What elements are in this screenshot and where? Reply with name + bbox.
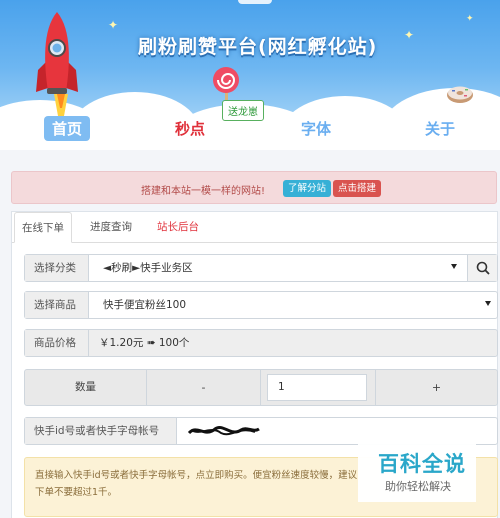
quantity-plus-button[interactable]: + bbox=[375, 370, 497, 405]
site-title: 刷粉刷赞平台(网红孵化站) bbox=[138, 36, 378, 58]
watermark-title: 百科全说 bbox=[378, 452, 466, 476]
nav-font[interactable]: 字体 bbox=[301, 118, 331, 139]
quantity-stepper: 数量 - 1 + bbox=[24, 369, 498, 406]
category-label: 选择分类 bbox=[25, 255, 89, 281]
price-value: ￥1.20元 ➠ 100个 bbox=[99, 337, 190, 349]
rocket-icon bbox=[36, 12, 78, 116]
donut-icon bbox=[447, 86, 473, 103]
learn-substation-button[interactable]: 了解分站 bbox=[283, 180, 332, 197]
quantity-input[interactable]: 1 bbox=[267, 374, 367, 401]
price-row: 商品价格 ￥1.20元 ➠ 100个 bbox=[24, 329, 498, 357]
search-button[interactable] bbox=[467, 255, 497, 281]
chevron-down-icon bbox=[485, 301, 491, 306]
product-label: 选择商品 bbox=[25, 292, 89, 318]
chevron-down-icon bbox=[451, 264, 457, 269]
star-icon: ✦ bbox=[404, 28, 415, 42]
order-panel: 在线下单 进度查询 站长后台 选择分类 ◄秒刷►快手业务区 选择商品 快手便宜粉… bbox=[11, 211, 498, 518]
category-select-row: 选择分类 ◄秒刷►快手业务区 bbox=[24, 254, 498, 282]
account-row: 快手id号或者快手字母帐号 bbox=[24, 417, 498, 445]
redacted-scribble bbox=[187, 426, 260, 436]
product-select-row: 选择商品 快手便宜粉丝100 bbox=[24, 291, 498, 319]
tab-progress-query[interactable]: 进度查询 bbox=[90, 212, 132, 243]
notice-bar: 搭建和本站一模一样的网站! 了解分站 点击搭建 bbox=[11, 171, 497, 204]
quantity-minus-button[interactable]: - bbox=[147, 370, 261, 405]
tab-admin[interactable]: 站长后台 bbox=[157, 212, 199, 243]
star-icon: ✦ bbox=[466, 14, 474, 24]
quantity-label: 数量 bbox=[25, 370, 147, 405]
product-select[interactable]: 快手便宜粉丝100 bbox=[103, 292, 483, 318]
nav-about[interactable]: 关于 bbox=[425, 118, 455, 139]
category-select[interactable]: ◄秒刷►快手业务区 bbox=[103, 255, 459, 281]
nav-home[interactable]: 首页 bbox=[44, 116, 91, 141]
tab-bar: 在线下单 进度查询 站长后台 bbox=[12, 212, 497, 243]
top-mark bbox=[238, 0, 272, 4]
hint-text: 直接输入快手id号或者快手字母帐号，点立即购买。便宜粉丝速度较慢，建议下单不要超… bbox=[35, 470, 358, 498]
search-icon bbox=[476, 261, 490, 275]
star-icon: ✦ bbox=[108, 18, 119, 32]
main-nav: 首页 秒点 字体 关于 bbox=[0, 116, 500, 146]
site-header: ✦ ✦ ✦ 刷粉刷赞平台(网红孵化站) 送龙崽 首页 秒点 字体 关于 bbox=[0, 0, 500, 150]
watermark-subtitle: 助你轻松解决 bbox=[385, 480, 451, 493]
price-label: 商品价格 bbox=[25, 330, 89, 356]
account-label: 快手id号或者快手字母帐号 bbox=[25, 418, 177, 444]
notice-text: 搭建和本站一模一样的网站! bbox=[141, 186, 266, 197]
build-site-button[interactable]: 点击搭建 bbox=[333, 180, 382, 197]
tab-online-order[interactable]: 在线下单 bbox=[14, 212, 72, 243]
watermark: 百科全说 助你轻松解决 bbox=[358, 442, 476, 502]
nav-second-kill[interactable]: 秒点 bbox=[175, 118, 205, 139]
